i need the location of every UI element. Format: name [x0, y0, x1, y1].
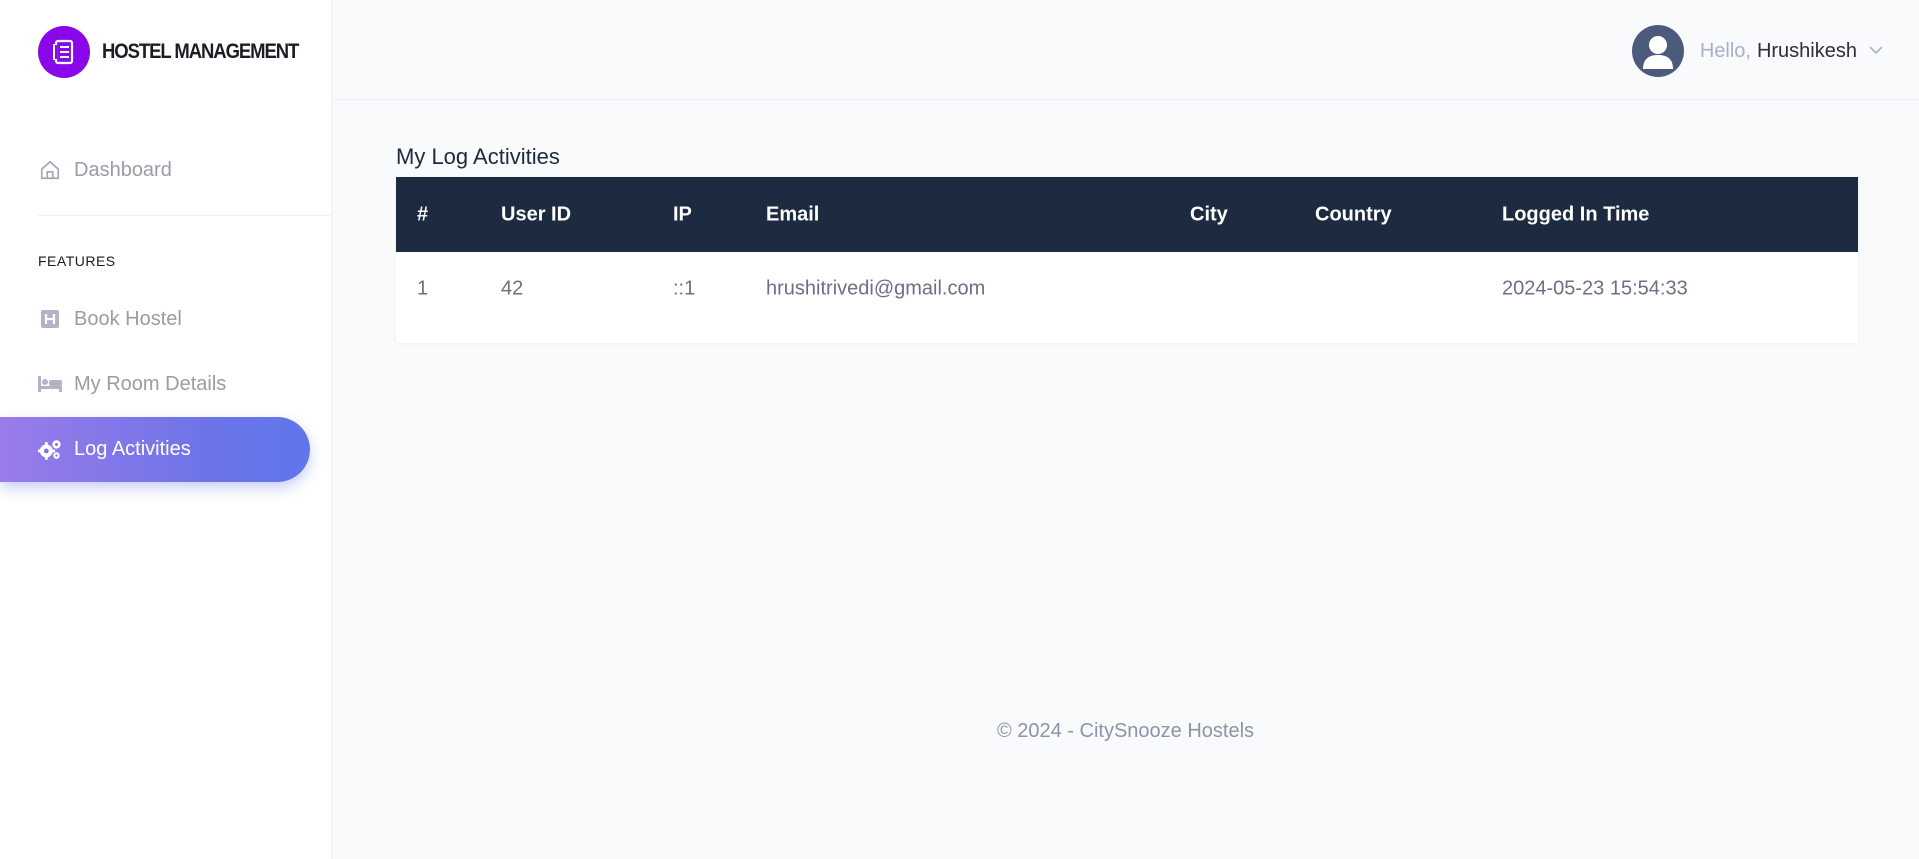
brand[interactable]: HOSTEL MANAGEMENT [38, 26, 325, 78]
chevron-down-icon [1869, 42, 1883, 60]
brand-name: HOSTEL MANAGEMENT [102, 40, 299, 63]
cell-user-id: 42 [501, 277, 524, 299]
table-row: 1 42 ::1 hrushitrivedi@gmail.com 2024-05… [396, 252, 1858, 325]
sidebar-item-label: Book Hostel [74, 307, 182, 330]
cogs-icon [38, 438, 62, 462]
column-header-ip: IP [673, 203, 692, 225]
cell-logged-in-time: 2024-05-23 15:54:33 [1502, 277, 1688, 299]
footer-copyright: © 2024 - CitySnooze Hostels [996, 720, 1255, 742]
topbar: Hello, Hrushikesh [332, 0, 1919, 100]
user-name: Hrushikesh [1756, 39, 1857, 62]
cell-ip: ::1 [673, 277, 696, 299]
user-menu[interactable]: Hello, Hrushikesh [1631, 25, 1883, 77]
sidebar-item-book-hostel[interactable]: Book Hostel [38, 307, 182, 331]
log-activities-table: # User ID IP Email City Country Logged I… [396, 177, 1858, 343]
sidebar: HOSTEL MANAGEMENT Dashboard FEATURES Boo… [0, 0, 332, 859]
sidebar-item-my-room-details[interactable]: My Room Details [38, 372, 226, 396]
home-icon [38, 158, 62, 182]
sidebar-item-label: Dashboard [74, 158, 172, 181]
column-header-email: Email [766, 203, 820, 225]
sidebar-item-label: My Room Details [74, 372, 227, 395]
sidebar-divider [38, 215, 332, 216]
column-header-city: City [1190, 203, 1228, 225]
hotel-icon [38, 307, 62, 331]
sidebar-item-label: Log Activities [74, 438, 191, 460]
sidebar-item-log-activities[interactable]: Log Activities [0, 417, 310, 482]
greeting-text: Hello, [1699, 39, 1751, 62]
column-header-country: Country [1315, 203, 1392, 225]
table-header: # User ID IP Email City Country Logged I… [396, 177, 1858, 252]
avatar [1631, 25, 1684, 77]
cell-email: hrushitrivedi@gmail.com [766, 277, 986, 299]
bed-icon [38, 372, 62, 396]
sidebar-item-dashboard[interactable]: Dashboard [38, 158, 172, 182]
column-header-logged-in-time: Logged In Time [1502, 203, 1650, 225]
section-label-features: FEATURES [38, 253, 116, 269]
page-title: My Log Activities [396, 144, 560, 169]
cell-number: 1 [417, 277, 429, 299]
column-header-number: # [417, 203, 429, 225]
column-header-user-id: User ID [501, 203, 572, 225]
brand-logo-icon [38, 26, 90, 78]
